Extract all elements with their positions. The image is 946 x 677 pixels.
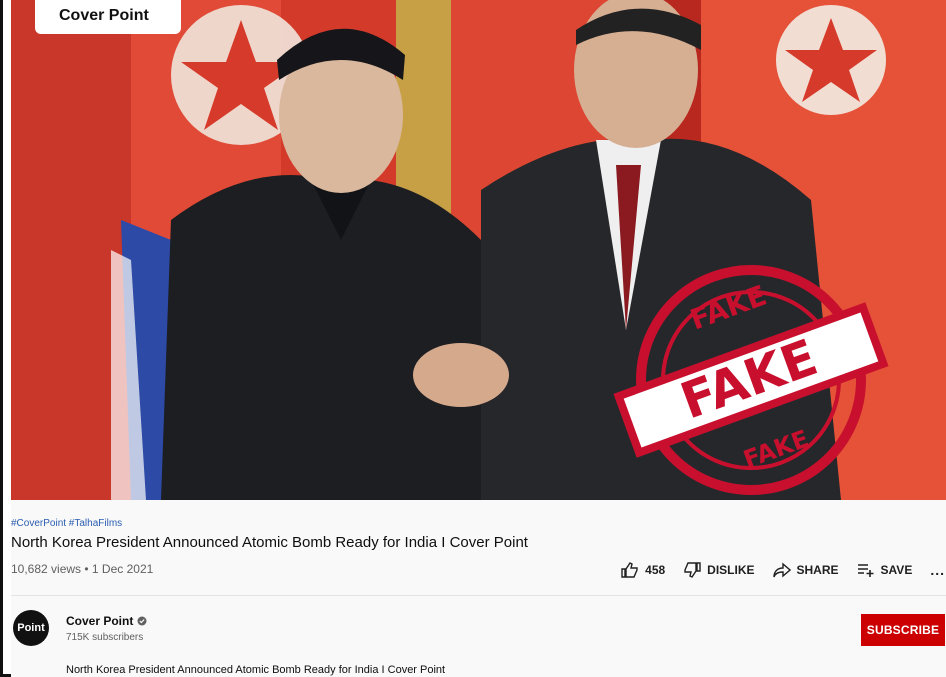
video-frame-image — [11, 0, 946, 500]
subscriber-count: 715K subscribers — [66, 632, 144, 643]
like-count: 458 — [645, 563, 666, 577]
video-description: North Korea President Announced Atomic B… — [66, 664, 446, 676]
divider — [11, 595, 946, 596]
video-info: #CoverPoint #TalhaFilms North Korea Pres… — [11, 500, 946, 677]
subscribe-button[interactable]: SUBSCRIBE — [861, 614, 945, 646]
thumbs-up-icon — [621, 562, 638, 578]
dislike-label: DISLIKE — [707, 563, 755, 577]
channel-name-row[interactable]: Cover Point — [66, 614, 147, 628]
share-button[interactable]: SHARE — [772, 562, 839, 578]
thumbs-down-icon — [684, 562, 701, 578]
more-actions-button[interactable]: ... — [930, 562, 945, 578]
verified-badge-icon — [137, 616, 147, 626]
channel-avatar[interactable]: Point — [13, 610, 49, 646]
video-player[interactable]: FAKE FAKE FAKE Cover Point — [11, 0, 946, 500]
video-title: North Korea President Announced Atomic B… — [11, 534, 528, 551]
channel-name: Cover Point — [66, 614, 134, 628]
share-icon — [772, 562, 791, 578]
dislike-button[interactable]: DISLIKE — [683, 562, 755, 578]
view-count-date: 10,682 views • 1 Dec 2021 — [11, 562, 154, 576]
channel-watermark: Cover Point — [35, 0, 181, 34]
youtube-watch-page: FAKE FAKE FAKE Cover Point #CoverPoint #… — [0, 0, 946, 677]
hashtags[interactable]: #CoverPoint #TalhaFilms — [11, 518, 122, 529]
add-to-playlist-icon — [857, 564, 874, 577]
save-label: SAVE — [880, 563, 913, 577]
save-button[interactable]: SAVE — [857, 562, 913, 578]
like-button[interactable]: 458 — [621, 562, 665, 578]
action-bar: 458 DISLIKE SHARE SAVE ... — [603, 562, 945, 578]
more-icon: ... — [930, 562, 945, 578]
share-label: SHARE — [796, 563, 839, 577]
